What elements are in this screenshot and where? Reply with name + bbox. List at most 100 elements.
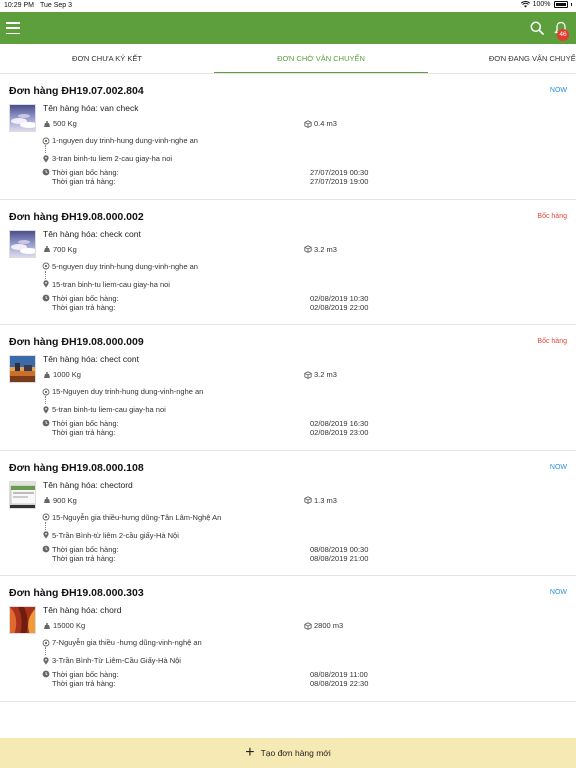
- clock-icon: [42, 670, 50, 678]
- weight-icon: [44, 622, 50, 629]
- order-card[interactable]: Đơn hàng ĐH19.07.002.804 NOW Tên hàng hóa:…: [0, 74, 576, 200]
- create-order-button[interactable]: + Tạo đơn hàng mới: [0, 738, 576, 768]
- load-time-label: Thời gian bốc hàng:: [52, 544, 119, 554]
- origin-icon: [42, 388, 50, 395]
- destination-row: 5-tran binh-tu liem-cau giay-ha noi: [42, 405, 166, 414]
- goods-thumbnail[interactable]: [9, 480, 36, 509]
- goods-name: Tên hàng hóa: check cont: [43, 228, 141, 239]
- order-card[interactable]: Đơn hàng ĐH19.08.000.108 NOW Tên hàng hóa:…: [0, 451, 576, 576]
- goods-thumbnail[interactable]: [9, 229, 36, 258]
- order-title: Đơn hàng ĐH19.08.000.108: [9, 461, 144, 474]
- battery-icon: [553, 1, 568, 8]
- wifi-icon: [520, 1, 530, 8]
- clock-icon: [42, 545, 50, 552]
- weight-value: 700 Kg: [53, 244, 77, 254]
- volume-value: 2800 m3: [314, 621, 344, 630]
- destination-row: 5-Trần Bình-từ liêm 2-cầu giấy-Hà Nội: [42, 531, 179, 540]
- weight-row: 15000 Kg: [43, 621, 85, 630]
- order-title: Đơn hàng ĐH19.08.000.009: [9, 336, 144, 348]
- goods-thumbnail[interactable]: [9, 606, 36, 634]
- route-connector: [45, 270, 47, 279]
- route-connector: [45, 521, 47, 530]
- tab-label: ĐƠN CHỜ VẬN CHUYỂN: [277, 54, 365, 63]
- order-status: NOW: [549, 589, 567, 596]
- volume-row: 3.2 m3: [304, 245, 337, 254]
- load-time-value: 02/08/2019 16:30: [310, 419, 369, 428]
- status-right: 100%: [520, 1, 572, 8]
- origin-row: 15-Nguyen duy trinh-hung dung-vinh-nghe …: [42, 387, 203, 396]
- goods-thumbnail[interactable]: [9, 104, 36, 132]
- volume-row: 0.4 m3: [304, 119, 337, 128]
- destination-address: 3-Trần Bình-Từ Liêm-Cầu Giấy-Hà Nội: [52, 656, 181, 665]
- origin-row: 15-Nguyễn gia thiều-hưng dũng-Tân Lâm-Ng…: [42, 513, 221, 522]
- battery-nub: [570, 3, 572, 6]
- destination-address: 5-Trần Bình-từ liêm 2-cầu giấy-Hà Nội: [52, 530, 179, 540]
- weight-icon: [44, 371, 50, 378]
- order-card[interactable]: Đơn hàng ĐH19.08.000.303 NOW Tên hàng hóa:…: [0, 576, 576, 702]
- volume-value: 1.3 m3: [314, 495, 337, 505]
- unload-time-value: 02/08/2019 22:00: [310, 302, 369, 312]
- order-status: Bốc hàng: [537, 212, 567, 220]
- weight-value: 900 Kg: [53, 495, 77, 505]
- load-time-value: 08/08/2019 00:30: [310, 544, 369, 554]
- load-time-label: Thời gian bốc hàng:: [52, 293, 119, 303]
- goods-thumbnail[interactable]: [9, 355, 36, 383]
- clock-icon: [42, 294, 50, 301]
- weight-icon: [44, 497, 50, 503]
- order-title: Đơn hàng ĐH19.08.000.002: [9, 210, 144, 223]
- order-title: Đơn hàng ĐH19.07.002.804: [9, 85, 144, 97]
- origin-address: 5-nguyen duy trinh-hung dung-vinh-nghe a…: [52, 261, 198, 271]
- load-time-label: Thời gian bốc hàng:: [52, 168, 119, 177]
- goods-name: Tên hàng hóa: van check: [43, 103, 139, 113]
- location-pin-icon: [43, 154, 49, 163]
- volume-value: 0.4 m3: [314, 119, 337, 128]
- unload-time-value: 08/08/2019 22:30: [310, 679, 369, 688]
- goods-name: Tên hàng hóa: chect cont: [43, 354, 139, 364]
- weight-row: 900 Kg: [43, 496, 77, 505]
- cube-icon: [304, 496, 312, 504]
- tab-waiting-transport[interactable]: ĐƠN CHỜ VẬN CHUYỂN: [214, 44, 428, 73]
- load-time-value: 08/08/2019 11:00: [310, 670, 368, 679]
- clock-icon: [42, 168, 50, 176]
- volume-value: 3.2 m3: [314, 244, 337, 254]
- menu-icon[interactable]: [6, 21, 20, 35]
- order-list: Đơn hàng ĐH19.07.002.804 NOW Tên hàng hóa:…: [0, 74, 576, 702]
- route-connector: [45, 647, 47, 655]
- volume-row: 1.3 m3: [304, 496, 337, 505]
- app-bar: 46: [0, 12, 576, 44]
- order-card[interactable]: Đơn hàng ĐH19.08.000.002 Bốc hàng Tên hàng…: [0, 200, 576, 325]
- route-connector: [45, 145, 47, 153]
- origin-address: 7-Nguyễn gia thiều -hưng dũng-vinh-nghệ …: [52, 638, 202, 647]
- destination-row: 15-tran binh-tu liem-cau giay-ha noi: [42, 280, 170, 289]
- tab-in-transport[interactable]: ĐƠN ĐANG VẬN CHUYỂN: [428, 44, 576, 73]
- route-connector: [45, 396, 47, 404]
- tab-unsigned[interactable]: ĐƠN CHƯA KÝ KẾT: [0, 44, 214, 73]
- status-time: 10:29 PM: [4, 2, 34, 9]
- destination-address: 15-tran binh-tu liem-cau giay-ha noi: [52, 279, 170, 289]
- tab-bar: ĐƠN CHƯA KÝ KẾT ĐƠN CHỜ VẬN CHUYỂN ĐƠN Đ…: [0, 44, 576, 74]
- order-title: Đơn hàng ĐH19.08.000.303: [9, 587, 144, 599]
- goods-name: Tên hàng hóa: chectord: [43, 479, 133, 490]
- load-time-label: Thời gian bốc hàng:: [52, 419, 119, 428]
- origin-icon: [42, 262, 50, 270]
- clock-icon: [42, 419, 50, 427]
- cube-icon: [304, 370, 312, 379]
- unload-time-label: Thời gian trả hàng:: [52, 679, 116, 688]
- unload-time-value: 08/08/2019 21:00: [310, 553, 369, 563]
- order-status: NOW: [549, 463, 567, 471]
- weight-value: 15000 Kg: [53, 621, 86, 630]
- cube-icon: [304, 245, 312, 253]
- cube-icon: [304, 621, 312, 630]
- search-icon[interactable]: [530, 21, 544, 35]
- cube-icon: [304, 119, 312, 128]
- volume-row: 2800 m3: [304, 621, 343, 630]
- destination-address: 5-tran binh-tu liem-cau giay-ha noi: [52, 405, 166, 414]
- origin-icon: [42, 137, 50, 144]
- origin-address: 15-Nguyen duy trinh-hung dung-vinh-nghe …: [52, 387, 204, 396]
- location-pin-icon: [43, 656, 49, 665]
- destination-address: 3-tran binh-tu liem 2-cau giay-ha noi: [52, 154, 173, 163]
- tab-label: ĐƠN ĐANG VẬN CHUYỂN: [488, 54, 576, 63]
- origin-address: 15-Nguyễn gia thiều-hưng dũng-Tân Lâm-Ng…: [52, 512, 222, 522]
- unload-time-value: 27/07/2019 19:00: [310, 177, 369, 186]
- order-card[interactable]: Đơn hàng ĐH19.08.000.009 Bốc hàng Tên hàng…: [0, 325, 576, 451]
